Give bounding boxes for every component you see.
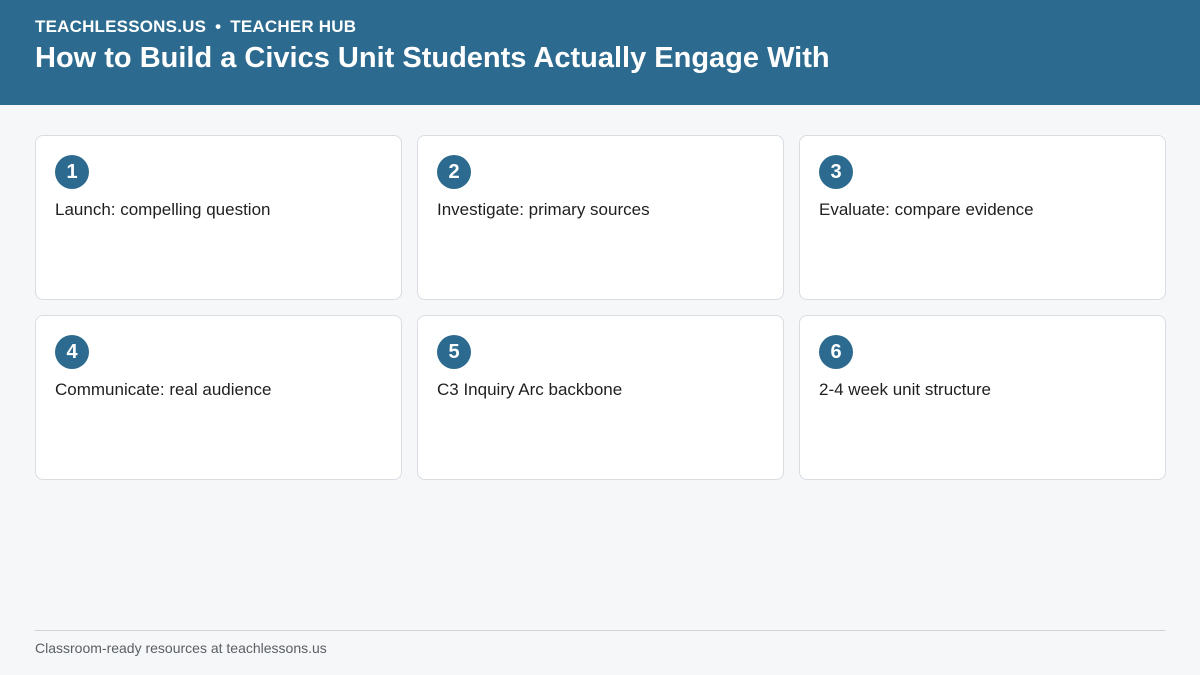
- brand-line: TEACHLESSONS.US • TEACHER HUB: [35, 17, 356, 37]
- step-text: C3 Inquiry Arc backbone: [437, 380, 623, 399]
- footer-divider: [35, 630, 1165, 631]
- step-card-3: 3 Evaluate: compare evidence: [799, 135, 1166, 300]
- step-card-5: 5 C3 Inquiry Arc backbone: [417, 315, 784, 480]
- step-number-badge: 4: [55, 335, 89, 369]
- section-name: TEACHER HUB: [230, 17, 357, 36]
- step-card-6: 6 2-4 week unit structure: [799, 315, 1166, 480]
- footer-text: Classroom-ready resources at teachlesson…: [35, 640, 327, 656]
- step-card-4: 4 Communicate: real audience: [35, 315, 402, 480]
- steps-grid: 1 Launch: compelling question 2 Investig…: [35, 135, 1166, 480]
- step-card-1: 1 Launch: compelling question: [35, 135, 402, 300]
- brand-separator: •: [215, 17, 222, 36]
- header-banner: TEACHLESSONS.US • TEACHER HUB How to Build…: [0, 0, 1200, 105]
- step-number-badge: 3: [819, 155, 853, 189]
- step-text: Launch: compelling question: [55, 200, 271, 219]
- step-text: Communicate: real audience: [55, 380, 272, 399]
- step-text: Evaluate: compare evidence: [819, 200, 1034, 219]
- site-name: TEACHLESSONS.US: [35, 17, 207, 36]
- step-card-2: 2 Investigate: primary sources: [417, 135, 784, 300]
- step-number-badge: 1: [55, 155, 89, 189]
- step-number-badge: 2: [437, 155, 471, 189]
- step-number-badge: 5: [437, 335, 471, 369]
- step-text: Investigate: primary sources: [437, 200, 650, 219]
- page-title: How to Build a Civics Unit Students Actu…: [35, 42, 830, 74]
- step-text: 2-4 week unit structure: [819, 380, 991, 399]
- step-number-badge: 6: [819, 335, 853, 369]
